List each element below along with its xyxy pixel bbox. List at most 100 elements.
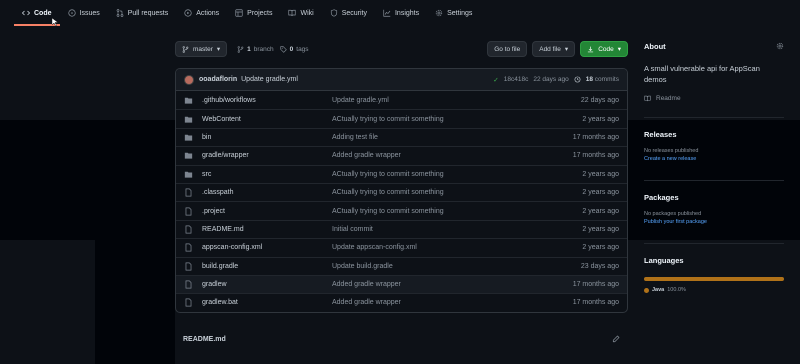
tab-projects[interactable]: Projects xyxy=(235,0,272,26)
tab-security[interactable]: Security xyxy=(330,0,367,26)
file-age: 17 months ago xyxy=(572,299,619,307)
file-commit-message[interactable]: Adding test file xyxy=(332,134,539,141)
branch-select-button[interactable]: master ▾ xyxy=(175,41,228,57)
file-commit-message[interactable]: Added gradle wrapper xyxy=(332,281,539,288)
file-commit-message[interactable]: Update gradle.yml xyxy=(332,97,539,104)
file-row[interactable]: bin Adding test file 17 months ago xyxy=(176,127,627,146)
file-commit-message[interactable]: Update appscan-config.xml xyxy=(332,244,539,251)
tab-insights[interactable]: Insights xyxy=(383,0,419,26)
add-file-button[interactable]: Add file ▾ xyxy=(532,41,576,57)
publish-package-link[interactable]: Publish your first package xyxy=(644,219,784,225)
file-name[interactable]: .classpath xyxy=(202,189,332,196)
tab-wiki[interactable]: Wiki xyxy=(288,0,314,26)
file-row[interactable]: .project ACtually trying to commit someth… xyxy=(176,201,627,219)
tab-label: Code xyxy=(34,9,52,17)
file-age: 22 days ago xyxy=(580,96,619,104)
commit-author[interactable]: ooadaflorin xyxy=(199,76,237,83)
shield-icon xyxy=(330,9,337,17)
releases-section: Releases No releases published Create a … xyxy=(644,130,784,162)
file-name[interactable]: .github/workflows xyxy=(202,97,332,104)
file-name[interactable]: gradle/wrapper xyxy=(202,152,332,159)
branches-link[interactable]: 1 branch xyxy=(237,46,274,53)
file-row[interactable]: WebContent ACtually trying to commit some… xyxy=(176,109,627,127)
file-commit-message[interactable]: Added gradle wrapper xyxy=(332,299,539,306)
tab-issues[interactable]: Issues xyxy=(67,0,100,26)
file-listing: ooadaflorin Update gradle.yml ✓ 18c418c … xyxy=(175,68,628,313)
file-name[interactable]: README.md xyxy=(202,226,332,233)
file-row[interactable]: build.gradle Update build.gradle 23 days a… xyxy=(176,256,627,275)
about-description: A small vulnerable api for AppScan demos xyxy=(644,64,760,84)
file-row[interactable]: gradlew Added gradle wrapper 17 months ago xyxy=(176,274,627,294)
code-button[interactable]: Code ▾ xyxy=(580,41,628,57)
file-commit-message[interactable]: Added gradle wrapper xyxy=(332,152,539,159)
table-icon xyxy=(235,9,243,17)
folder-icon xyxy=(184,116,193,123)
tags-link[interactable]: 0 tags xyxy=(280,46,309,53)
chevron-down-icon: ▾ xyxy=(216,46,221,53)
go-to-file-button[interactable]: Go to file xyxy=(487,41,528,57)
pencil-icon[interactable] xyxy=(612,335,620,343)
file-row[interactable]: appscan-config.xml Update appscan-config.… xyxy=(176,238,627,256)
file-name[interactable]: .project xyxy=(202,208,332,215)
code-button-label: Code xyxy=(598,45,614,53)
add-file-label: Add file xyxy=(539,45,561,53)
tab-pull-requests[interactable]: Pull requests xyxy=(116,0,168,26)
folder-icon xyxy=(184,153,193,159)
packages-title[interactable]: Packages xyxy=(644,193,784,202)
language-dot xyxy=(644,287,649,293)
branch-name: master xyxy=(193,45,213,53)
file-row[interactable]: README.md Initial commit 2 years ago xyxy=(176,219,627,238)
language-item[interactable]: Java 100.0% xyxy=(644,287,784,293)
tags-label: tags xyxy=(296,45,309,53)
file-name[interactable]: gradlew.bat xyxy=(202,299,332,306)
file-commit-message[interactable]: ACtually trying to commit something xyxy=(332,208,539,215)
file-commit-message[interactable]: Initial commit xyxy=(332,226,539,233)
readme-link[interactable]: Readme xyxy=(644,95,784,102)
tab-label: Insights xyxy=(394,9,420,17)
book-icon xyxy=(288,9,297,17)
commits-label: commits xyxy=(594,76,619,83)
commit-message[interactable]: Update gradle.yml xyxy=(241,76,298,83)
tab-code[interactable]: Code xyxy=(14,0,59,26)
file-toolbar: master ▾ 1 branch 0 tags Go to file Add … xyxy=(175,41,628,57)
branch-icon xyxy=(182,45,189,53)
file-row[interactable]: .classpath ACtually trying to commit some… xyxy=(176,182,627,201)
tab-settings[interactable]: Settings xyxy=(435,0,472,26)
readme-link-label: Readme xyxy=(656,95,681,102)
create-release-link[interactable]: Create a new release xyxy=(644,156,784,162)
file-commit-message[interactable]: ACtually trying to commit something xyxy=(332,189,539,196)
file-row[interactable]: gradlew.bat Added gradle wrapper 17 months… xyxy=(176,293,627,311)
tab-actions[interactable]: Actions xyxy=(184,0,219,26)
tab-label: Wiki xyxy=(300,9,314,17)
tab-label: Pull requests xyxy=(127,9,169,17)
file-age: 2 years ago xyxy=(582,225,619,233)
file-icon xyxy=(185,188,192,197)
tab-label: Projects xyxy=(247,9,273,17)
file-row[interactable]: .github/workflows Update gradle.yml 22 day… xyxy=(176,91,627,109)
file-name[interactable]: bin xyxy=(202,134,332,141)
commit-hash[interactable]: 18c418c xyxy=(504,76,529,83)
file-name[interactable]: WebContent xyxy=(202,116,332,123)
file-name[interactable]: build.gradle xyxy=(202,263,332,270)
file-name[interactable]: src xyxy=(202,171,332,178)
commits-link[interactable]: 18 commits xyxy=(586,76,619,83)
avatar[interactable] xyxy=(184,74,194,85)
file-row[interactable]: src ACtually trying to commit something 2 … xyxy=(176,164,627,183)
file-name[interactable]: gradlew xyxy=(202,281,332,288)
file-age: 23 days ago xyxy=(580,262,619,270)
packages-section: Packages No packages published Publish y… xyxy=(644,193,784,225)
file-age: 2 years ago xyxy=(582,170,619,178)
file-name[interactable]: appscan-config.xml xyxy=(202,244,332,251)
file-age: 2 years ago xyxy=(582,115,619,123)
file-icon xyxy=(185,207,192,216)
about-title: About xyxy=(644,42,666,51)
divider xyxy=(644,180,784,181)
divider xyxy=(644,243,784,244)
file-row[interactable]: gradle/wrapper Added gradle wrapper 17 mon… xyxy=(176,146,627,164)
file-commit-message[interactable]: Update build.gradle xyxy=(332,263,539,270)
releases-title[interactable]: Releases xyxy=(644,130,784,139)
file-icon xyxy=(185,280,192,289)
file-commit-message[interactable]: ACtually trying to commit something xyxy=(332,171,539,178)
language-percent: 100.0% xyxy=(667,287,686,293)
file-commit-message[interactable]: ACtually trying to commit something xyxy=(332,116,539,123)
